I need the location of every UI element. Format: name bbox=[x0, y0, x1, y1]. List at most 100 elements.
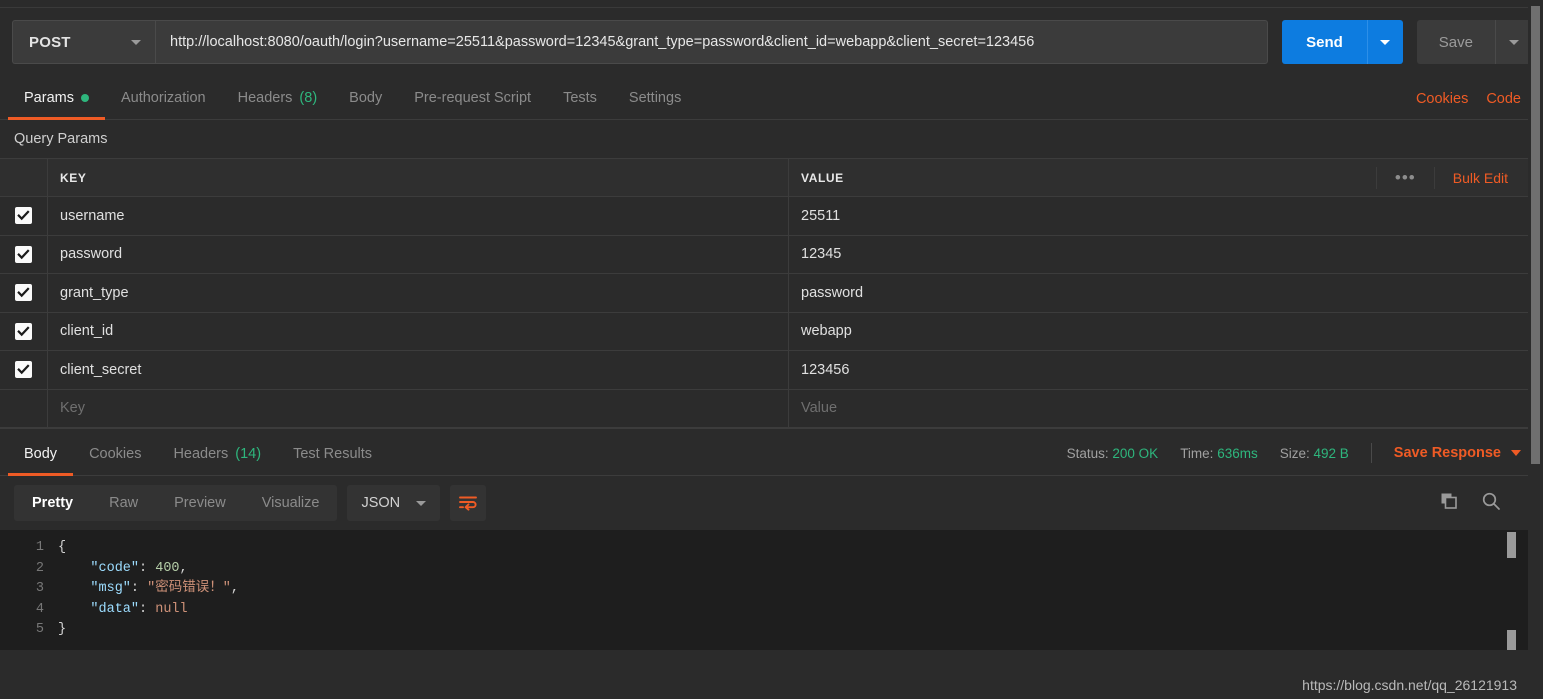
format-select[interactable]: JSON bbox=[347, 485, 441, 521]
code-line: "code": 400, bbox=[58, 559, 1528, 580]
chevron-down-icon bbox=[1511, 450, 1521, 456]
row-checkbox-cell bbox=[0, 351, 48, 389]
time-label: Time: bbox=[1180, 445, 1214, 461]
line-number: 2 bbox=[35, 560, 44, 576]
http-method-select[interactable]: POST bbox=[12, 20, 155, 64]
header-value-cell: VALUE ••• Bulk Edit bbox=[789, 159, 1528, 196]
save-response-button[interactable]: Save Response bbox=[1394, 445, 1521, 461]
size-badge: Size: 492 B bbox=[1280, 446, 1349, 461]
response-meta: Status: 200 OK Time: 636ms Size: 492 B S… bbox=[1067, 443, 1543, 475]
search-icon bbox=[1482, 492, 1500, 510]
tab-headers[interactable]: Headers (8) bbox=[222, 76, 334, 119]
row-key-cell[interactable]: password bbox=[48, 235, 789, 273]
bulk-edit-button[interactable]: Bulk Edit bbox=[1433, 166, 1528, 189]
row-checkbox[interactable] bbox=[15, 361, 32, 379]
row-checkbox-cell bbox=[0, 197, 48, 235]
resp-tab-headers-count: (14) bbox=[235, 445, 262, 462]
code-link[interactable]: Code bbox=[1486, 91, 1521, 107]
row-key-cell[interactable]: client_secret bbox=[48, 351, 789, 389]
chevron-down-icon bbox=[1508, 39, 1519, 45]
code-token: "msg" bbox=[90, 581, 131, 596]
view-mode-pretty[interactable]: Pretty bbox=[14, 485, 91, 521]
row-key-text: grant_type bbox=[60, 284, 129, 301]
resp-tab-cookies[interactable]: Cookies bbox=[73, 432, 157, 475]
tab-tests[interactable]: Tests bbox=[547, 76, 613, 119]
resp-tab-test-results[interactable]: Test Results bbox=[277, 432, 388, 475]
row-key-text: client_secret bbox=[60, 361, 142, 378]
code-line: { bbox=[58, 538, 1528, 559]
tab-params[interactable]: Params bbox=[8, 76, 105, 120]
tab-pre-request-script-label: Pre-request Script bbox=[414, 89, 532, 106]
time-badge: Time: 636ms bbox=[1180, 446, 1258, 461]
row-checkbox[interactable] bbox=[15, 322, 32, 340]
resp-tab-body[interactable]: Body bbox=[8, 432, 74, 476]
query-params-title: Query Params bbox=[14, 131, 108, 147]
row-value-cell[interactable]: password bbox=[789, 274, 1528, 312]
row-checkbox[interactable] bbox=[15, 207, 32, 225]
view-mode-group: Pretty Raw Preview Visualize bbox=[14, 485, 338, 521]
request-bar: POST http://localhost:8080/oauth/login?u… bbox=[0, 8, 1543, 76]
request-url-input[interactable]: http://localhost:8080/oauth/login?userna… bbox=[155, 20, 1269, 64]
cookies-link[interactable]: Cookies bbox=[1416, 91, 1468, 107]
send-button-group: Send bbox=[1282, 20, 1403, 64]
send-button[interactable]: Send bbox=[1282, 20, 1367, 64]
tab-authorization[interactable]: Authorization bbox=[105, 76, 222, 119]
chevron-down-icon bbox=[416, 500, 427, 506]
format-select-label: JSON bbox=[361, 495, 401, 511]
tab-settings[interactable]: Settings bbox=[613, 76, 697, 119]
table-row: client_id webapp bbox=[0, 312, 1528, 351]
code-token: , bbox=[179, 560, 188, 576]
code-token: 400 bbox=[155, 560, 180, 576]
code-line: "msg": "密码错误！", bbox=[58, 579, 1528, 600]
row-checkbox[interactable] bbox=[15, 284, 32, 302]
resp-tab-headers[interactable]: Headers (14) bbox=[157, 432, 277, 475]
row-value-text: 25511 bbox=[801, 207, 841, 224]
page-scrollbar-thumb[interactable] bbox=[1531, 6, 1540, 464]
editor-gutter: 1 2 3 4 5 bbox=[0, 530, 58, 650]
row-key-text: username bbox=[60, 207, 125, 224]
editor-code-content[interactable]: { "code": 400, "msg": "密码错误！", "data": n… bbox=[58, 530, 1528, 650]
row-value-cell[interactable]: 123456 bbox=[789, 351, 1528, 389]
tab-pre-request-script[interactable]: Pre-request Script bbox=[398, 76, 547, 119]
ellipsis-icon[interactable]: ••• bbox=[1375, 166, 1434, 189]
tab-body[interactable]: Body bbox=[333, 76, 398, 119]
row-key-cell[interactable]: username bbox=[48, 197, 789, 235]
send-options-button[interactable] bbox=[1366, 20, 1403, 64]
row-key-cell[interactable]: client_id bbox=[48, 312, 789, 350]
table-header-actions: ••• Bulk Edit bbox=[1375, 159, 1528, 196]
table-header-row: KEY VALUE ••• Bulk Edit bbox=[0, 159, 1528, 197]
save-button[interactable]: Save bbox=[1416, 20, 1495, 64]
row-checkbox[interactable] bbox=[15, 245, 32, 263]
search-button[interactable] bbox=[1481, 491, 1501, 516]
row-value-cell[interactable]: 12345 bbox=[789, 236, 1528, 274]
line-number: 4 bbox=[35, 601, 44, 617]
page-scrollbar[interactable] bbox=[1528, 0, 1543, 699]
header-value-label: VALUE bbox=[801, 170, 844, 185]
request-tabs-actions: Cookies Code bbox=[1416, 91, 1543, 119]
response-body-editor[interactable]: 1 2 3 4 5 { "code": 400, "msg": "密码错误！",… bbox=[0, 530, 1528, 650]
tab-authorization-label: Authorization bbox=[120, 89, 206, 106]
new-value-placeholder: Value bbox=[801, 400, 838, 417]
status-value: 200 OK bbox=[1112, 445, 1159, 461]
view-mode-preview[interactable]: Preview bbox=[156, 485, 244, 521]
word-wrap-icon bbox=[458, 496, 477, 511]
row-value-cell[interactable]: webapp bbox=[789, 313, 1528, 351]
copy-button[interactable] bbox=[1439, 491, 1459, 516]
save-options-button[interactable] bbox=[1495, 20, 1531, 64]
table-row: password 12345 bbox=[0, 235, 1528, 274]
editor-scrollbar-thumb[interactable] bbox=[1507, 532, 1516, 558]
editor-scrollbar[interactable] bbox=[1507, 530, 1516, 650]
view-mode-visualize[interactable]: Visualize bbox=[244, 485, 338, 521]
new-key-placeholder: Key bbox=[60, 400, 85, 417]
new-key-cell[interactable]: Key bbox=[48, 389, 789, 427]
table-row: client_secret 123456 bbox=[0, 351, 1528, 390]
word-wrap-button[interactable] bbox=[450, 485, 487, 521]
response-tabs: Body Cookies Headers (14) Test Results S… bbox=[0, 434, 1543, 476]
view-mode-raw[interactable]: Raw bbox=[91, 485, 156, 521]
new-value-cell[interactable]: Value bbox=[789, 390, 1528, 428]
http-method-label: POST bbox=[29, 33, 71, 51]
row-key-cell[interactable]: grant_type bbox=[48, 274, 789, 312]
row-value-cell[interactable]: 25511 bbox=[789, 197, 1528, 235]
editor-scrollbar-thumb-lower[interactable] bbox=[1507, 630, 1516, 650]
